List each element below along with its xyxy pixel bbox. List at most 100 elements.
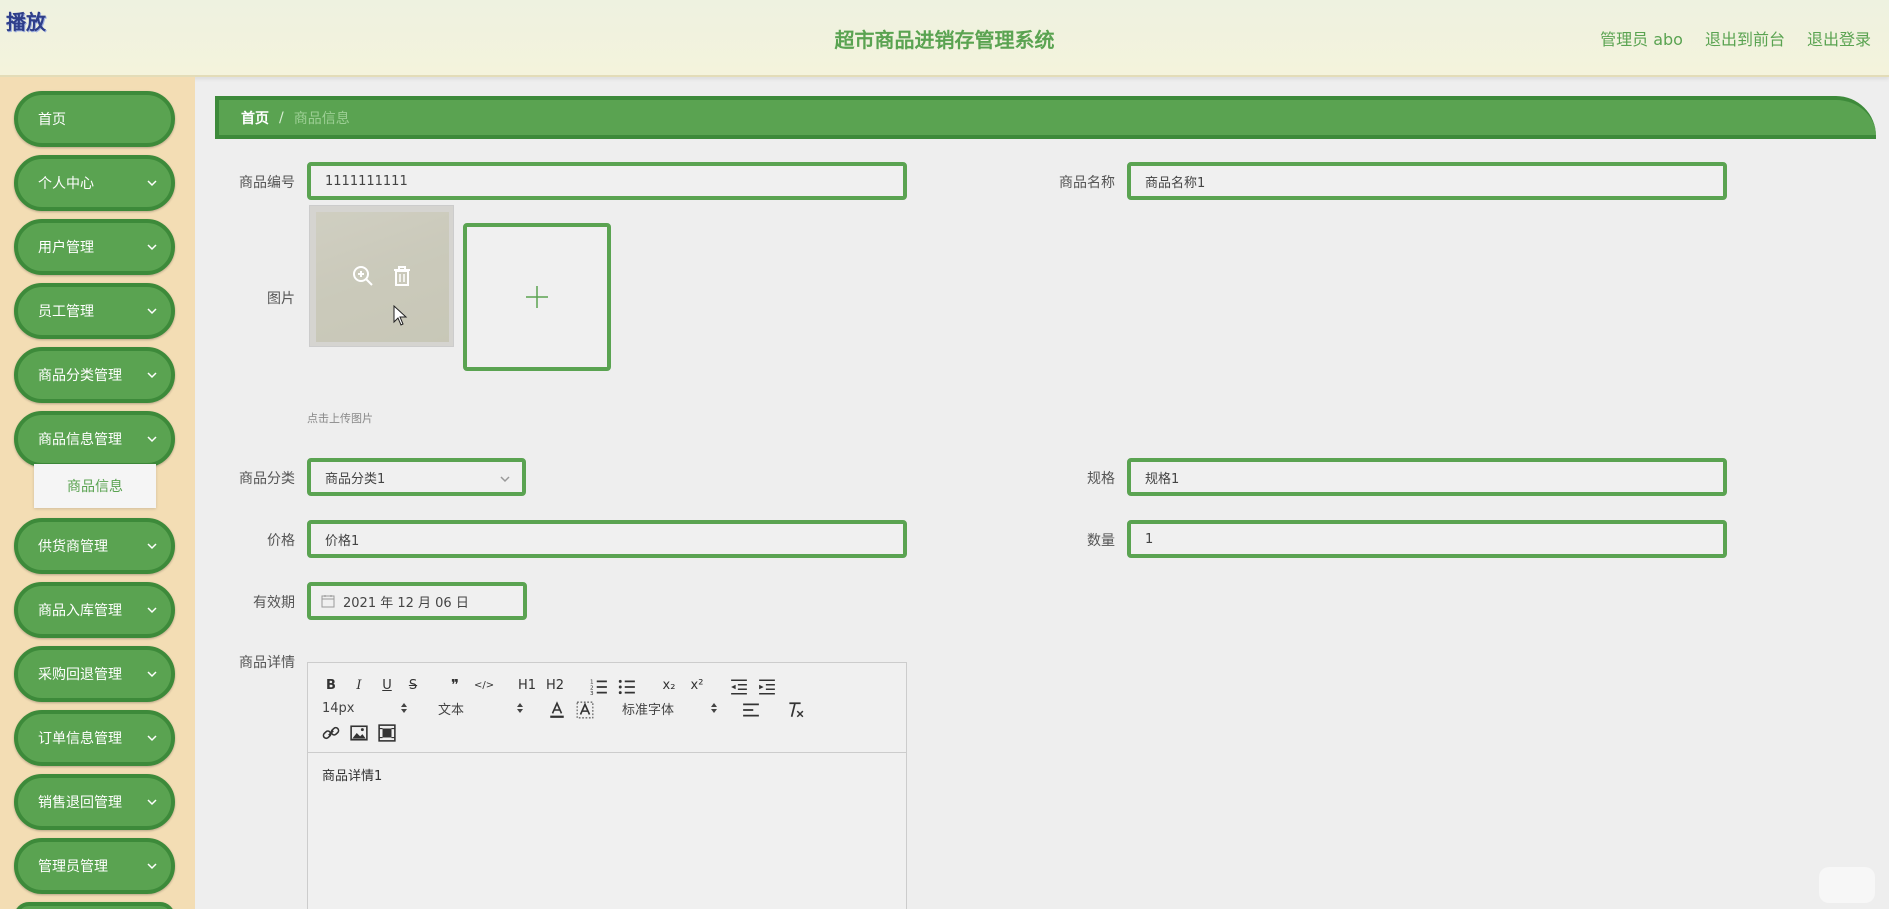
corner-watermark — [1819, 867, 1875, 903]
font-family-select[interactable]: 标准字体 — [622, 698, 718, 718]
sidebar-item-label: 商品入库管理 — [38, 603, 122, 619]
spec-input[interactable]: 规格1 — [1127, 458, 1727, 496]
sidebar-item-sales-return[interactable]: 销售退回管理 — [14, 774, 175, 830]
image-icon[interactable] — [350, 723, 368, 743]
sidebar-item-label: 首页 — [38, 112, 66, 128]
updown-arrow-icon — [517, 703, 523, 713]
category-select[interactable]: 商品分类1 — [307, 458, 526, 496]
sidebar-item-label: 订单信息管理 — [38, 731, 122, 747]
blockquote-button[interactable]: ❞ — [446, 675, 464, 695]
plus-icon — [526, 286, 548, 308]
heading2-button[interactable]: H2 — [546, 675, 564, 695]
sidebar-item-more[interactable] — [14, 902, 175, 909]
image-upload-button[interactable] — [463, 223, 611, 371]
spec-label: 规格 — [1087, 471, 1115, 487]
expiry-label: 有效期 — [253, 595, 295, 611]
background-color-icon[interactable] — [576, 700, 594, 720]
price-label: 价格 — [267, 533, 295, 549]
quantity-input[interactable]: 1 — [1127, 520, 1727, 558]
rich-text-editor: B I U S ❞ </> H1 H2 123 x₂ x² 14px 文本 标准… — [307, 662, 907, 909]
mouse-cursor-icon — [393, 305, 408, 326]
sidebar-item-label: 个人中心 — [38, 176, 94, 192]
trash-icon[interactable] — [392, 265, 412, 287]
underline-button[interactable]: U — [378, 675, 396, 695]
sidebar-item-label: 商品分类管理 — [38, 368, 122, 384]
font-size-select[interactable]: 14px — [322, 698, 408, 718]
breadcrumb-home[interactable]: 首页 — [241, 108, 269, 128]
chevron-down-icon — [147, 436, 157, 443]
upload-hint: 点击上传图片 — [307, 412, 373, 425]
italic-button[interactable]: I — [350, 675, 368, 695]
bold-button[interactable]: B — [322, 675, 340, 695]
outdent-icon[interactable] — [730, 677, 748, 697]
sidebar-item-home[interactable]: 首页 — [14, 91, 175, 147]
sidebar-item-label: 商品信息管理 — [38, 432, 122, 448]
editor-content-area[interactable]: 商品详情1 — [308, 753, 906, 796]
sidebar-item-purchase-return[interactable]: 采购回退管理 — [14, 646, 175, 702]
price-input[interactable]: 价格1 — [307, 520, 907, 558]
heading1-button[interactable]: H1 — [518, 675, 536, 695]
bullet-list-icon[interactable] — [618, 677, 636, 697]
header-format-select[interactable]: 文本 — [438, 698, 524, 718]
current-user: 管理员 abo — [1600, 30, 1683, 49]
chevron-down-icon — [147, 244, 157, 251]
product-name-input[interactable]: 商品名称1 — [1127, 162, 1727, 200]
sidebar-subitem-product-info[interactable]: 商品信息 — [34, 464, 156, 508]
sidebar-item-category-management[interactable]: 商品分类管理 — [14, 347, 175, 403]
product-image-thumbnail[interactable] — [309, 205, 454, 347]
updown-arrow-icon — [401, 703, 407, 713]
product-name-label: 商品名称 — [1059, 175, 1115, 191]
chevron-down-icon — [147, 735, 157, 742]
thumbnail-hover-overlay — [310, 206, 453, 346]
font-family-value: 标准字体 — [622, 702, 675, 718]
sidebar-item-label: 员工管理 — [38, 304, 94, 320]
logout-link[interactable]: 退出登录 — [1807, 26, 1871, 50]
updown-arrow-icon — [711, 703, 717, 713]
subscript-button[interactable]: x₂ — [660, 675, 678, 695]
header-format-value: 文本 — [438, 702, 465, 718]
chevron-down-icon — [147, 607, 157, 614]
sidebar-item-admin-management[interactable]: 管理员管理 — [14, 838, 175, 894]
zoom-in-icon[interactable] — [352, 265, 374, 287]
sidebar-item-supplier-management[interactable]: 供货商管理 — [14, 518, 175, 574]
sidebar-item-product-management[interactable]: 商品信息管理 — [14, 411, 175, 467]
category-label: 商品分类 — [239, 471, 295, 487]
link-icon[interactable] — [322, 723, 340, 743]
image-label: 图片 — [267, 291, 295, 307]
sidebar-item-personal-center[interactable]: 个人中心 — [14, 155, 175, 211]
calendar-icon — [321, 595, 335, 608]
svg-text:3: 3 — [590, 691, 594, 697]
clear-format-icon[interactable] — [786, 700, 804, 720]
top-header: 播放 超市商品进销存管理系统 管理员 abo 退出到前台 退出登录 — [0, 0, 1889, 77]
sidebar-item-stock-in-management[interactable]: 商品入库管理 — [14, 582, 175, 638]
sidebar-item-label: 用户管理 — [38, 240, 94, 256]
align-left-icon[interactable] — [742, 700, 760, 720]
video-icon[interactable] — [378, 723, 396, 743]
font-size-value: 14px — [322, 700, 355, 716]
sidebar-item-staff-management[interactable]: 员工管理 — [14, 283, 175, 339]
expiry-date-value: 2021 年 12 月 06 日 — [343, 595, 469, 611]
chevron-down-icon — [147, 180, 157, 187]
code-block-button[interactable]: </> — [474, 675, 494, 695]
chevron-down-icon — [147, 799, 157, 806]
strikethrough-button[interactable]: S — [404, 675, 422, 695]
font-color-icon[interactable] — [548, 700, 566, 720]
superscript-button[interactable]: x² — [688, 675, 706, 695]
sidebar-item-user-management[interactable]: 用户管理 — [14, 219, 175, 275]
detail-label: 商品详情 — [239, 655, 295, 671]
expiry-date-picker[interactable]: 2021 年 12 月 06 日 — [307, 582, 527, 620]
sidebar-item-order-management[interactable]: 订单信息管理 — [14, 710, 175, 766]
ordered-list-icon[interactable]: 123 — [590, 677, 608, 697]
chevron-down-icon — [147, 863, 157, 870]
back-to-frontend-link[interactable]: 退出到前台 — [1705, 26, 1785, 50]
indent-icon[interactable] — [758, 677, 776, 697]
chevron-down-icon — [500, 476, 510, 483]
category-selected-value: 商品分类1 — [325, 471, 386, 487]
product-code-input[interactable]: 1111111111 — [307, 162, 907, 200]
chevron-down-icon — [147, 308, 157, 315]
breadcrumb: 首页 / 商品信息 — [215, 96, 1876, 139]
chevron-down-icon — [147, 543, 157, 550]
chevron-down-icon — [147, 671, 157, 678]
header-actions: 管理员 abo 退出到前台 退出登录 — [1600, 26, 1871, 50]
sidebar-item-label: 供货商管理 — [38, 539, 108, 555]
